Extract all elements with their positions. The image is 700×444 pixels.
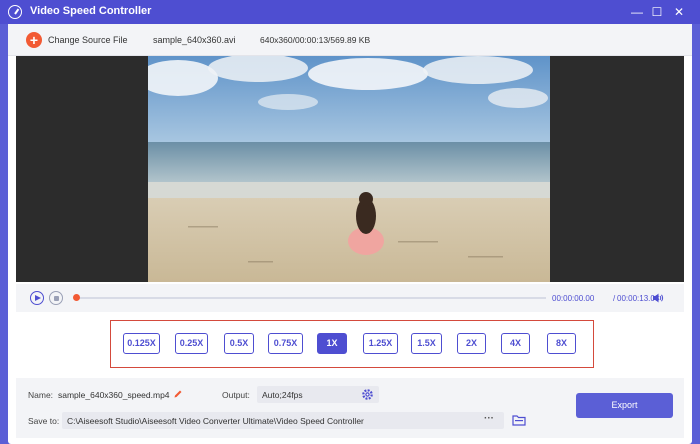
save-path-value: C:\Aiseesoft Studio\Aiseesoft Video Conv… [67,416,364,426]
speed-selector-panel: 0.125X 0.25X 0.5X 0.75X 1X 1.25X 1.5X 2X 4X 8X [110,320,594,368]
speed-button-4x[interactable]: 4X [501,333,530,354]
progress-track[interactable] [76,297,546,299]
maximize-button[interactable]: ☐ [648,3,666,21]
progress-handle[interactable] [73,294,80,301]
speed-button-2x[interactable]: 2X [457,333,486,354]
speed-button-1_25x[interactable]: 1.25X [363,333,398,354]
source-filename: sample_640x360.avi [153,35,236,45]
speed-button-0_75x[interactable]: 0.75X [268,333,303,354]
name-label: Name: [28,390,54,400]
beach-scene-image [148,56,550,282]
speed-button-0_25x[interactable]: 0.25X [175,333,208,354]
save-to-label: Save to: [28,416,60,426]
source-file-info: 640x360/00:00:13/569.89 KB [260,35,371,45]
playback-controls: 00:00:00.00 / 00:00:13.08 [16,284,684,312]
speed-button-1_5x[interactable]: 1.5X [411,333,442,354]
export-button[interactable]: Export [576,393,673,418]
time-separator: / [613,294,616,303]
speed-button-0_125x[interactable]: 0.125X [123,333,160,354]
minimize-button[interactable]: — [628,3,646,21]
video-preview[interactable] [148,56,550,282]
change-source-file-button[interactable]: Change Source File [48,35,128,45]
speed-button-8x[interactable]: 8X [547,333,576,354]
window-title: Video Speed Controller [30,5,152,17]
browse-more-button[interactable]: ··· [484,413,494,424]
speed-button-0_5x[interactable]: 0.5X [224,333,254,354]
speed-button-1x[interactable]: 1X [317,333,347,354]
source-bar: + Change Source File sample_640x360.avi … [8,24,692,56]
folder-icon[interactable] [512,414,526,426]
output-value: Auto;24fps [262,390,303,400]
volume-icon[interactable] [652,292,664,304]
edit-icon[interactable] [173,389,183,399]
title-bar: Video Speed Controller — ☐ ✕ [0,0,700,24]
play-icon[interactable] [30,291,44,305]
name-value: sample_640x360_speed.mp4 [58,390,170,400]
gear-icon[interactable] [361,388,374,401]
stop-icon[interactable] [49,291,63,305]
output-label: Output: [222,390,250,400]
app-icon [8,5,22,19]
current-time: 00:00:00.00 [552,294,595,303]
add-icon[interactable]: + [26,32,42,48]
close-button[interactable]: ✕ [670,3,688,21]
